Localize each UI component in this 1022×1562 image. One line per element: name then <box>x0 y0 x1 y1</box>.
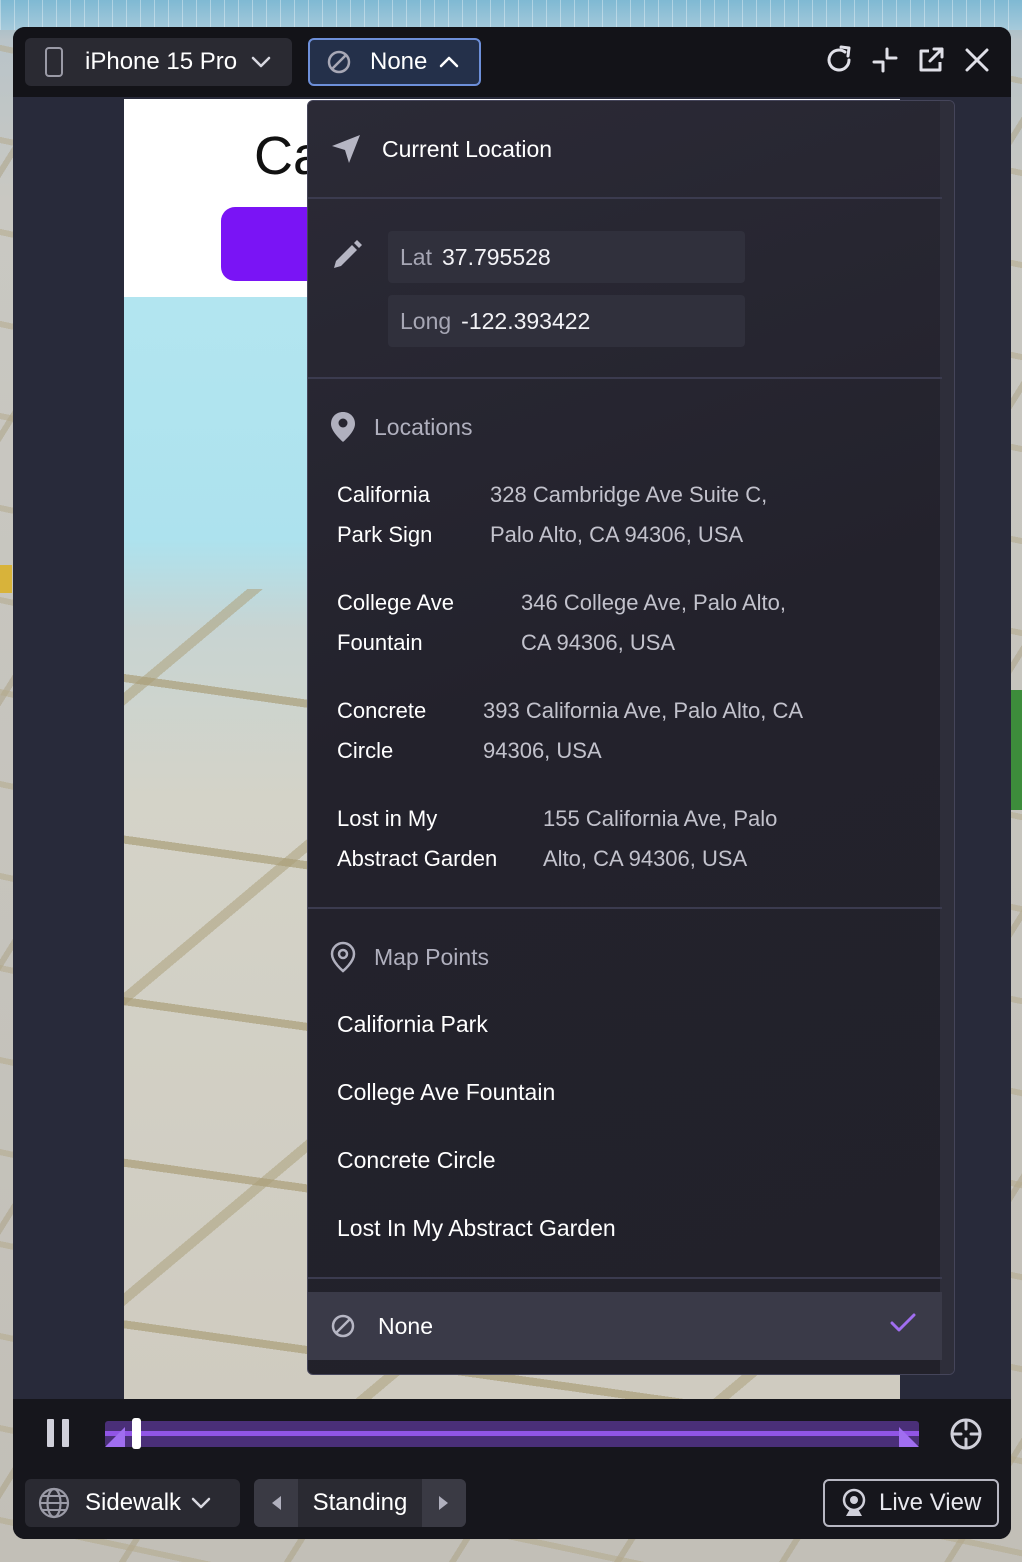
device-label: iPhone 15 Pro <box>85 48 238 75</box>
longitude-field[interactable]: Long -122.393422 <box>388 295 745 347</box>
locations-header-label: Locations <box>374 413 473 440</box>
start-marker <box>105 1427 125 1447</box>
map-point-item[interactable]: Concrete Circle <box>337 1147 496 1174</box>
pause-icon[interactable] <box>47 1419 69 1447</box>
latitude-field[interactable]: Lat 37.795528 <box>388 231 745 283</box>
crosshair-icon[interactable] <box>949 1417 983 1451</box>
chevron-up-icon <box>440 56 459 68</box>
location-name-line: Fountain <box>337 630 423 655</box>
live-view-button[interactable]: Live View <box>823 1479 999 1527</box>
background-park <box>1010 690 1022 810</box>
live-view-label: Live View <box>879 1489 982 1516</box>
check-icon <box>890 1313 916 1332</box>
close-icon[interactable] <box>961 44 993 76</box>
map-point-item[interactable]: Lost In My Abstract Garden <box>337 1215 616 1242</box>
collapse-icon[interactable] <box>869 44 901 76</box>
stance-label: Standing <box>312 1489 408 1516</box>
location-item[interactable]: California Park Sign 328 Cambridge Ave Su… <box>337 475 767 555</box>
location-address-line: 328 Cambridge Ave Suite C, <box>490 482 768 507</box>
map-points-header: Map Points <box>330 941 489 973</box>
chevron-down-icon <box>251 56 271 68</box>
location-item[interactable]: College Ave Fountain 346 College Ave, Pal… <box>337 583 786 663</box>
location-name-line: Park Sign <box>337 522 433 547</box>
location-address-line: CA 94306, USA <box>521 630 676 655</box>
stance-next-button[interactable] <box>422 1479 466 1527</box>
location-dropdown: Current Location Lat 37.795528 Long -122… <box>307 100 955 1375</box>
reload-icon[interactable] <box>823 44 855 76</box>
longitude-label: Long <box>400 307 452 334</box>
map-point-item[interactable]: California Park <box>337 1011 488 1038</box>
location-address-line: 346 College Ave, Palo Alto, <box>521 590 787 615</box>
location-address-line: Alto, CA 94306, USA <box>543 846 748 871</box>
progress-line <box>105 1431 919 1436</box>
location-name-line: Abstract Garden <box>337 846 498 871</box>
location-address-line: 94306, USA <box>483 738 602 763</box>
location-name-line: College Ave <box>337 590 455 615</box>
location-select-label: None <box>370 48 428 75</box>
location-name: Concrete Circle <box>337 691 483 771</box>
none-label: None <box>378 1312 433 1339</box>
location-name: Lost in My Abstract Garden <box>337 799 543 879</box>
simulator-window: iPhone 15 Pro None Ca Current Location L… <box>13 27 1011 1539</box>
map-point-item[interactable]: College Ave Fountain <box>337 1079 555 1106</box>
longitude-value: -122.393422 <box>461 307 591 334</box>
popout-icon[interactable] <box>915 44 947 76</box>
pencil-icon <box>334 240 362 268</box>
location-select[interactable]: None <box>308 38 481 86</box>
phone-icon <box>45 47 63 77</box>
location-address-line: 393 California Ave, Palo Alto, CA <box>483 698 804 723</box>
location-address-line: Palo Alto, CA 94306, USA <box>490 522 744 547</box>
location-address-line: 155 California Ave, Palo <box>543 806 778 831</box>
location-address: 328 Cambridge Ave Suite C, Palo Alto, CA … <box>490 475 767 555</box>
location-item[interactable]: Concrete Circle 393 California Ave, Palo … <box>337 691 803 771</box>
navigation-arrow-icon <box>332 135 360 163</box>
stance-stepper: Standing <box>254 1479 466 1527</box>
travel-mode-select[interactable]: Sidewalk <box>25 1479 240 1527</box>
progress-thumb[interactable] <box>132 1418 142 1449</box>
location-name: College Ave Fountain <box>337 583 521 663</box>
end-marker <box>899 1427 919 1447</box>
background-marker <box>0 565 12 593</box>
route-progress-slider[interactable] <box>105 1418 919 1449</box>
current-location-option[interactable]: Current Location <box>308 101 942 199</box>
latitude-value: 37.795528 <box>441 243 551 270</box>
top-toolbar: iPhone 15 Pro None <box>13 27 1011 97</box>
map-points-section: Map Points California Park College Ave F… <box>308 909 942 1279</box>
location-name-line: Circle <box>337 738 394 763</box>
map-points-header-label: Map Points <box>374 943 490 970</box>
location-address: 155 California Ave, Palo Alto, CA 94306, … <box>543 799 777 879</box>
coordinate-inputs: Lat 37.795528 Long -122.393422 <box>308 199 942 379</box>
map-pin-outline-icon <box>330 941 356 973</box>
caret-left-icon <box>272 1496 281 1510</box>
caret-right-icon <box>439 1496 448 1510</box>
location-name: California Park Sign <box>337 475 490 555</box>
stance-previous-button[interactable] <box>254 1479 298 1527</box>
prohibited-icon <box>327 50 351 74</box>
background-grid <box>0 0 1022 30</box>
scrollbar[interactable] <box>940 101 954 1374</box>
location-address: 393 California Ave, Palo Alto, CA 94306, … <box>483 691 803 771</box>
locations-section: Locations California Park Sign 328 Cambri… <box>308 379 942 909</box>
playback-bar <box>13 1399 1011 1469</box>
chevron-down-icon <box>191 1497 211 1509</box>
location-name-line: Concrete <box>337 698 427 723</box>
device-select[interactable]: iPhone 15 Pro <box>25 38 292 86</box>
location-name-line: California <box>337 482 430 507</box>
location-address: 346 College Ave, Palo Alto, CA 94306, USA <box>521 583 786 663</box>
current-location-label: Current Location <box>382 135 553 162</box>
window-controls <box>823 44 993 76</box>
latitude-label: Lat <box>400 243 432 270</box>
globe-icon <box>38 1487 70 1519</box>
webcam-icon <box>842 1488 866 1516</box>
map-pin-icon <box>331 412 355 442</box>
prohibited-icon <box>331 1314 355 1338</box>
location-item[interactable]: Lost in My Abstract Garden 155 California… <box>337 799 777 879</box>
travel-mode-label: Sidewalk <box>85 1489 182 1516</box>
location-name-line: Lost in My <box>337 806 438 831</box>
none-option[interactable]: None <box>308 1292 942 1360</box>
locations-header: Locations <box>330 411 472 443</box>
bottom-toolbar: Sidewalk Standing Live View <box>13 1469 1011 1539</box>
